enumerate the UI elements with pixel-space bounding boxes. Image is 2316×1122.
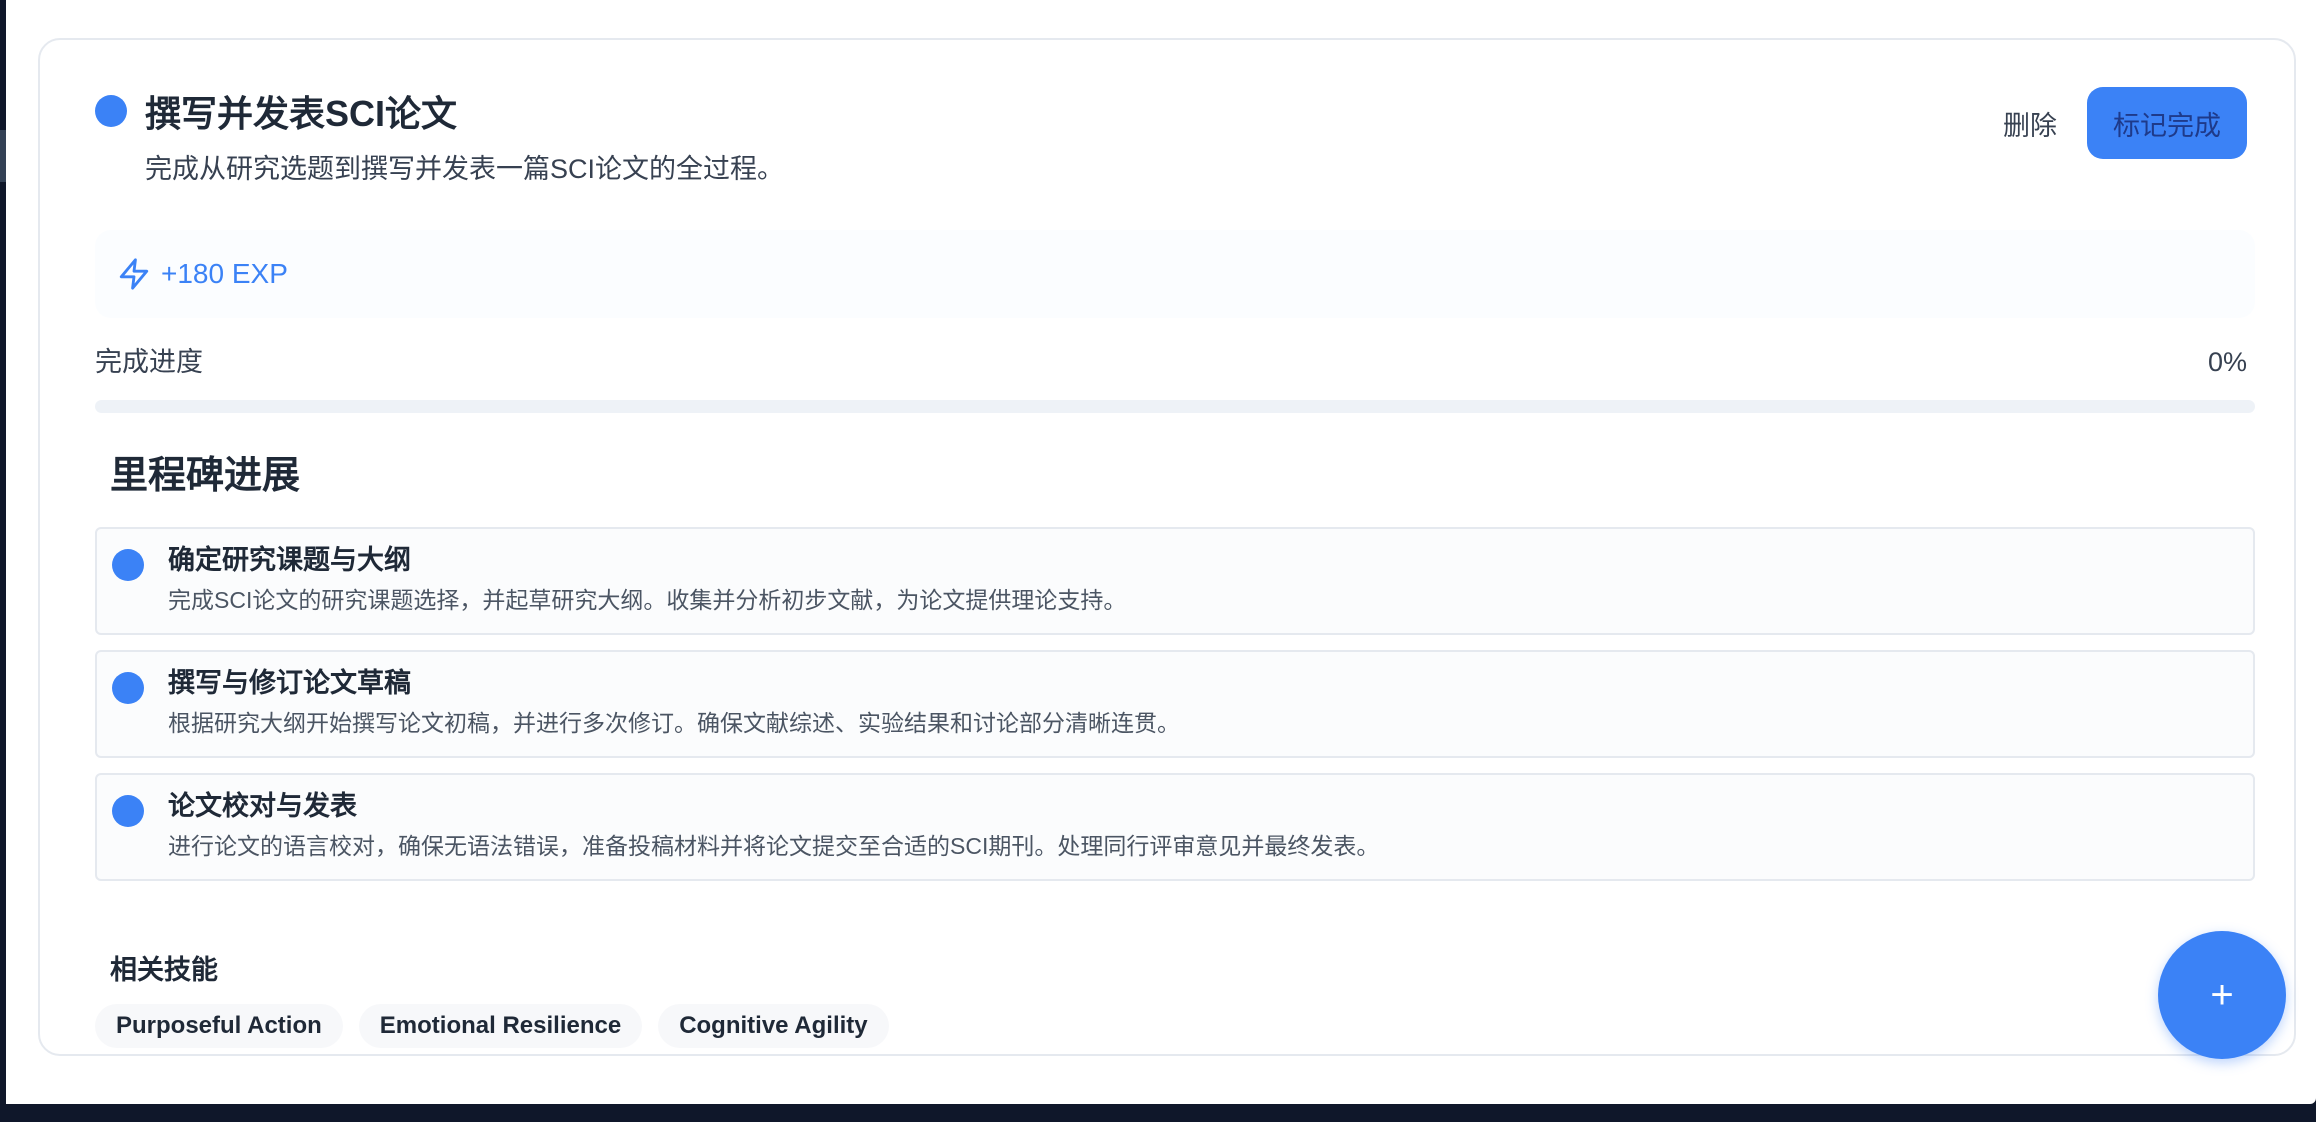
lightning-bolt-icon <box>119 258 149 290</box>
plus-icon: + <box>2210 973 2234 1017</box>
mark-complete-button[interactable]: 标记完成 <box>2087 87 2247 159</box>
progress-label: 完成进度 <box>95 347 203 377</box>
milestones-heading: 里程碑进展 <box>110 455 301 497</box>
progress-percent: 0% <box>2207 347 2247 377</box>
app-window: 撰写并发表SCI论文 完成从研究选题到撰写并发表一篇SCI论文的全过程。 删除 … <box>6 0 2316 1104</box>
milestone-status-dot[interactable] <box>112 549 144 581</box>
skill-chip[interactable]: Cognitive Agility <box>658 1004 889 1048</box>
delete-button[interactable]: 删除 <box>1985 88 2075 158</box>
skills-list: Purposeful Action Emotional Resilience C… <box>95 1004 889 1048</box>
milestone-item[interactable]: 论文校对与发表 进行论文的语言校对，确保无语法错误，准备投稿材料并将论文提交至合… <box>95 773 2255 881</box>
milestone-item[interactable]: 撰写与修订论文草稿 根据研究大纲开始撰写论文初稿，并进行多次修订。确保文献综述、… <box>95 650 2255 758</box>
goal-description: 完成从研究选题到撰写并发表一篇SCI论文的全过程。 <box>145 154 785 184</box>
skills-heading: 相关技能 <box>110 955 218 985</box>
progress-bar <box>95 400 2255 413</box>
milestone-title: 撰写与修订论文草稿 <box>168 668 411 698</box>
goal-status-dot <box>95 95 127 127</box>
goal-title: 撰写并发表SCI论文 <box>145 93 458 134</box>
milestone-item[interactable]: 确定研究课题与大纲 完成SCI论文的研究课题选择，并起草研究大纲。收集并分析初步… <box>95 527 2255 635</box>
milestone-description: 进行论文的语言校对，确保无语法错误，准备投稿材料并将论文提交至合适的SCI期刊。… <box>168 833 1380 859</box>
milestone-description: 完成SCI论文的研究课题选择，并起草研究大纲。收集并分析初步文献，为论文提供理论… <box>168 587 1127 613</box>
milestone-title: 确定研究课题与大纲 <box>168 545 411 575</box>
milestone-title: 论文校对与发表 <box>168 791 357 821</box>
goal-card: 撰写并发表SCI论文 完成从研究选题到撰写并发表一篇SCI论文的全过程。 删除 … <box>38 38 2296 1056</box>
skill-chip[interactable]: Emotional Resilience <box>358 1004 643 1048</box>
side-edge-handle <box>0 130 6 182</box>
skill-chip[interactable]: Purposeful Action <box>95 1004 343 1048</box>
milestone-description: 根据研究大纲开始撰写论文初稿，并进行多次修订。确保文献综述、实验结果和讨论部分清… <box>168 710 1180 736</box>
milestone-status-dot[interactable] <box>112 672 144 704</box>
add-button[interactable]: + <box>2158 931 2286 1059</box>
exp-value: +180 EXP <box>161 258 288 289</box>
exp-reward-box: +180 EXP <box>95 230 2255 318</box>
milestone-status-dot[interactable] <box>112 795 144 827</box>
